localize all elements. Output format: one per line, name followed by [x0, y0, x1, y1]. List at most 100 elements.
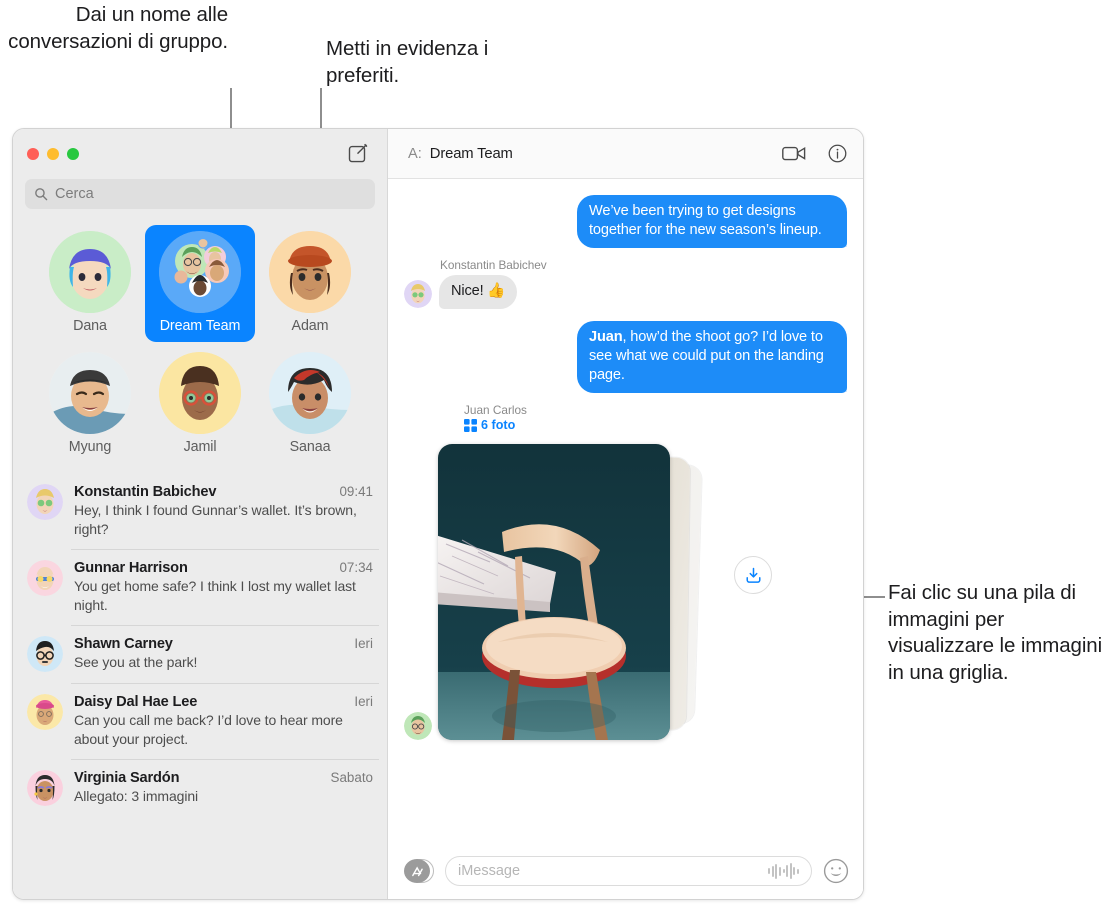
list-item-body: Gunnar Harrison 07:34 You get home safe?…	[74, 560, 373, 614]
conversation-header: A: Dream Team	[388, 129, 863, 179]
traffic-lights	[27, 148, 79, 160]
audio-waveform-icon[interactable]	[768, 863, 799, 879]
list-item-title: Daisy Dal Hae Lee	[74, 694, 198, 710]
list-item[interactable]: Konstantin Babichev 09:41 Hey, I think I…	[13, 473, 387, 549]
list-item[interactable]: Shawn Carney Ieri See you at the park!	[13, 625, 387, 683]
message-bubble[interactable]: Nice! 👍	[439, 275, 518, 309]
grid-icon	[464, 418, 477, 432]
list-item[interactable]: Daisy Dal Hae Lee Ieri Can you call me b…	[13, 683, 387, 759]
avatar	[49, 352, 131, 434]
avatar	[404, 712, 432, 740]
list-item-title: Gunnar Harrison	[74, 560, 188, 576]
photo-stack-sender: Juan Carlos	[464, 403, 527, 417]
compose-icon[interactable]	[347, 143, 369, 165]
pinned-item-jamil[interactable]: Jamil	[145, 346, 255, 463]
close-button[interactable]	[27, 148, 39, 160]
photo-card-front[interactable]	[438, 444, 670, 740]
photo-stack-block: Juan Carlos 6 foto	[404, 403, 847, 746]
list-item-preview: Allegato: 3 immagini	[74, 788, 199, 804]
pinned-item-label: Dana	[73, 318, 107, 334]
search-icon	[34, 187, 48, 201]
recipient-name[interactable]: Dream Team	[430, 146, 513, 162]
photo-stack-count[interactable]: 6 foto	[464, 418, 847, 432]
video-camera-icon[interactable]	[782, 145, 806, 162]
zoom-button[interactable]	[67, 148, 79, 160]
list-item-body: Konstantin Babichev 09:41 Hey, I think I…	[74, 484, 373, 538]
pinned-item-label: Sanaa	[289, 439, 331, 455]
pinned-item-dream-team[interactable]: Dream Team	[145, 225, 255, 342]
list-item-time: 07:34	[339, 560, 373, 575]
message-input[interactable]: iMessage	[445, 856, 812, 886]
avatar	[404, 280, 432, 308]
list-item-title: Virginia Sardón	[74, 770, 180, 786]
conversation-list[interactable]: Konstantin Babichev 09:41 Hey, I think I…	[13, 473, 387, 899]
info-circle-icon[interactable]	[828, 144, 847, 163]
avatar	[269, 352, 351, 434]
pinned-item-dana[interactable]: Dana	[35, 225, 145, 342]
list-item[interactable]: Gunnar Harrison 07:34 You get home safe?…	[13, 549, 387, 625]
list-item-preview: You get home safe? I think I lost my wal…	[74, 578, 356, 613]
avatar	[159, 352, 241, 434]
list-item-body: Virginia Sardón Sabato Allegato: 3 immag…	[74, 770, 373, 806]
search-placeholder: Cerca	[55, 186, 94, 202]
avatar	[27, 484, 63, 520]
search-wrap: Cerca	[13, 179, 387, 219]
list-item-title: Shawn Carney	[74, 636, 173, 652]
messages-window: Cerca Dana Dream Team Adam Myung Jamil S…	[12, 128, 864, 900]
list-item[interactable]: Virginia Sardón Sabato Allegato: 3 immag…	[13, 759, 387, 817]
avatar	[27, 770, 63, 806]
message-bubble[interactable]: Juan, how’d the shoot go? I’d love to se…	[577, 321, 847, 393]
pinned-item-label: Myung	[68, 439, 112, 455]
avatar-group	[159, 231, 241, 313]
conversation-pane: A: Dream Team We’ve been trying to get d…	[388, 129, 863, 899]
smiley-face-icon[interactable]	[823, 858, 849, 884]
pinned-item-myung[interactable]: Myung	[35, 346, 145, 463]
screenshot-stage: Dai un nome alle conversazioni di gruppo…	[0, 0, 1104, 907]
list-item-time: Sabato	[330, 770, 373, 785]
list-item-time: Ieri	[354, 694, 373, 709]
list-item-preview: See you at the park!	[74, 654, 198, 670]
photo-stack-row	[404, 434, 847, 746]
photo-stack-count-label: 6 foto	[481, 418, 516, 432]
callout-photo-stack: Fai clic su una pila di immagini per vis…	[888, 581, 1103, 684]
list-item-preview: Can you call me back? I’d love to hear m…	[74, 712, 343, 747]
callout-favorites: Metti in evidenza i preferiti.	[326, 37, 489, 87]
pinned-item-label: Adam	[291, 318, 329, 334]
list-item-time: 09:41	[339, 484, 373, 499]
pinned-item-sanaa[interactable]: Sanaa	[255, 346, 365, 463]
message-group-incoming: Konstantin Babichev Nice! 👍	[404, 258, 847, 309]
message-row-outgoing: We’ve been trying to get designs togethe…	[404, 195, 847, 248]
list-item-title: Konstantin Babichev	[74, 484, 217, 500]
list-item-preview: Hey, I think I found Gunnar’s wallet. It…	[74, 502, 357, 537]
sidebar-titlebar	[13, 129, 387, 179]
header-actions	[782, 144, 847, 163]
minimize-button[interactable]	[47, 148, 59, 160]
pinned-item-label: Jamil	[183, 439, 217, 455]
message-row-incoming: Nice! 👍	[404, 275, 847, 309]
message-row-outgoing: Juan, how’d the shoot go? I’d love to se…	[404, 321, 847, 393]
app-store-icon[interactable]	[404, 859, 434, 883]
avatar	[27, 560, 63, 596]
sidebar: Cerca Dana Dream Team Adam Myung Jamil S…	[13, 129, 388, 899]
search-input[interactable]: Cerca	[25, 179, 375, 209]
message-thread[interactable]: We’ve been trying to get designs togethe…	[388, 179, 863, 843]
avatar	[269, 231, 351, 313]
avatar	[27, 636, 63, 672]
photo-stack[interactable]	[438, 434, 772, 746]
list-item-body: Daisy Dal Hae Lee Ieri Can you call me b…	[74, 694, 373, 748]
message-bubble[interactable]: We’ve been trying to get designs togethe…	[577, 195, 847, 248]
download-button[interactable]	[734, 556, 772, 594]
list-item-time: Ieri	[354, 636, 373, 651]
callout-group-name: Dai un nome alle conversazioni di gruppo…	[8, 3, 228, 53]
message-text: , how’d the shoot go? I’d love to see wh…	[589, 329, 824, 383]
recipient-label: A:	[408, 145, 422, 162]
pinned-conversations: Dana Dream Team Adam Myung Jamil Sanaa	[13, 219, 387, 473]
apps-circle	[404, 859, 430, 883]
list-item-body: Shawn Carney Ieri See you at the park!	[74, 636, 373, 672]
message-input-placeholder: iMessage	[458, 863, 521, 879]
avatar	[49, 231, 131, 313]
composer-bar: iMessage	[388, 843, 863, 899]
avatar	[27, 694, 63, 730]
message-sender-name: Konstantin Babichev	[440, 258, 547, 272]
pinned-item-adam[interactable]: Adam	[255, 225, 365, 342]
